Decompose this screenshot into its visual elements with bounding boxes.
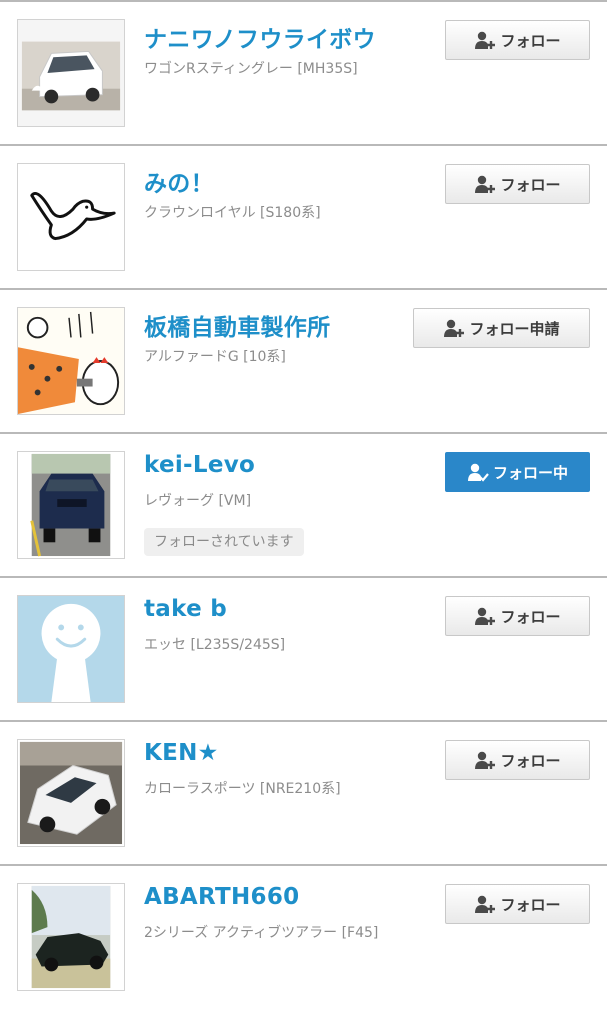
- user-row[interactable]: take b エッセ [L235S/245S] フォロー: [0, 576, 607, 720]
- user-avatar[interactable]: [17, 19, 125, 127]
- user-add-icon: [474, 750, 496, 770]
- follow-button-label: フォロー: [500, 31, 561, 50]
- user-add-icon: [474, 606, 496, 626]
- follow-request-button[interactable]: フォロー申請: [413, 308, 590, 348]
- follow-button[interactable]: フォロー: [445, 884, 590, 924]
- follow-button-label: フォロー中: [492, 463, 568, 482]
- user-name-link[interactable]: take b: [144, 596, 227, 622]
- follow-button-label: フォロー: [500, 895, 561, 914]
- user-avatar[interactable]: [17, 307, 125, 415]
- follow-button[interactable]: フォロー: [445, 20, 590, 60]
- user-car-model: レヴォーグ [VM]: [144, 493, 252, 509]
- user-row[interactable]: kei-Levo レヴォーグ [VM] フォローされています フォロー中: [0, 432, 607, 576]
- user-name-link[interactable]: 板橋自動車製作所: [144, 308, 330, 342]
- user-name-link[interactable]: みの！: [144, 164, 214, 198]
- follow-button[interactable]: フォロー: [445, 164, 590, 204]
- user-add-icon: [474, 174, 496, 194]
- user-name-link[interactable]: ナニワノフウライボウ: [144, 20, 376, 54]
- user-name-link[interactable]: KEN★: [144, 740, 219, 766]
- user-row[interactable]: ナニワノフウライボウワゴンRスティングレー [MH35S] フォロー: [0, 0, 607, 144]
- follows-you-badge: フォローされています: [144, 528, 304, 556]
- follow-button-label: フォロー: [500, 175, 561, 194]
- user-list: ナニワノフウライボウワゴンRスティングレー [MH35S] フォロー みの！ クラ…: [0, 0, 607, 1008]
- user-row[interactable]: ABARTH660 2シリーズ アクティブツアラー [F45] フォロー: [0, 864, 607, 1008]
- user-add-icon: [474, 894, 496, 914]
- user-avatar[interactable]: [17, 595, 125, 703]
- user-car-model: エッセ [L235S/245S]: [144, 637, 286, 653]
- follow-button-label: フォロー: [500, 607, 561, 626]
- user-add-icon: [474, 30, 496, 50]
- user-avatar[interactable]: [17, 451, 125, 559]
- user-car-model: ワゴンRスティングレー [MH35S]: [144, 61, 358, 77]
- follow-button[interactable]: フォロー: [445, 740, 590, 780]
- follow-button[interactable]: フォロー: [445, 596, 590, 636]
- follow-button-label: フォロー: [500, 751, 561, 770]
- user-row[interactable]: KEN★ カローラスポーツ [NRE210系] フォロー: [0, 720, 607, 864]
- user-name-link[interactable]: kei-Levo: [144, 452, 255, 478]
- user-row[interactable]: 板橋自動車製作所アルファードG [10系] フォロー申請: [0, 288, 607, 432]
- user-car-model: 2シリーズ アクティブツアラー [F45]: [144, 925, 379, 941]
- user-avatar[interactable]: [17, 883, 125, 991]
- user-car-model: カローラスポーツ [NRE210系]: [144, 781, 341, 797]
- user-add-icon: [443, 318, 465, 338]
- following-button[interactable]: フォロー中: [445, 452, 590, 492]
- user-car-model: クラウンロイヤル [S180系]: [144, 205, 321, 221]
- follow-button-label: フォロー申請: [469, 319, 560, 338]
- user-car-model: アルファードG [10系]: [144, 349, 286, 365]
- user-name-link[interactable]: ABARTH660: [144, 884, 299, 910]
- user-avatar[interactable]: [17, 739, 125, 847]
- user-check-icon: [467, 462, 489, 482]
- user-row[interactable]: みの！ クラウンロイヤル [S180系] フォロー: [0, 144, 607, 288]
- user-avatar[interactable]: [17, 163, 125, 271]
